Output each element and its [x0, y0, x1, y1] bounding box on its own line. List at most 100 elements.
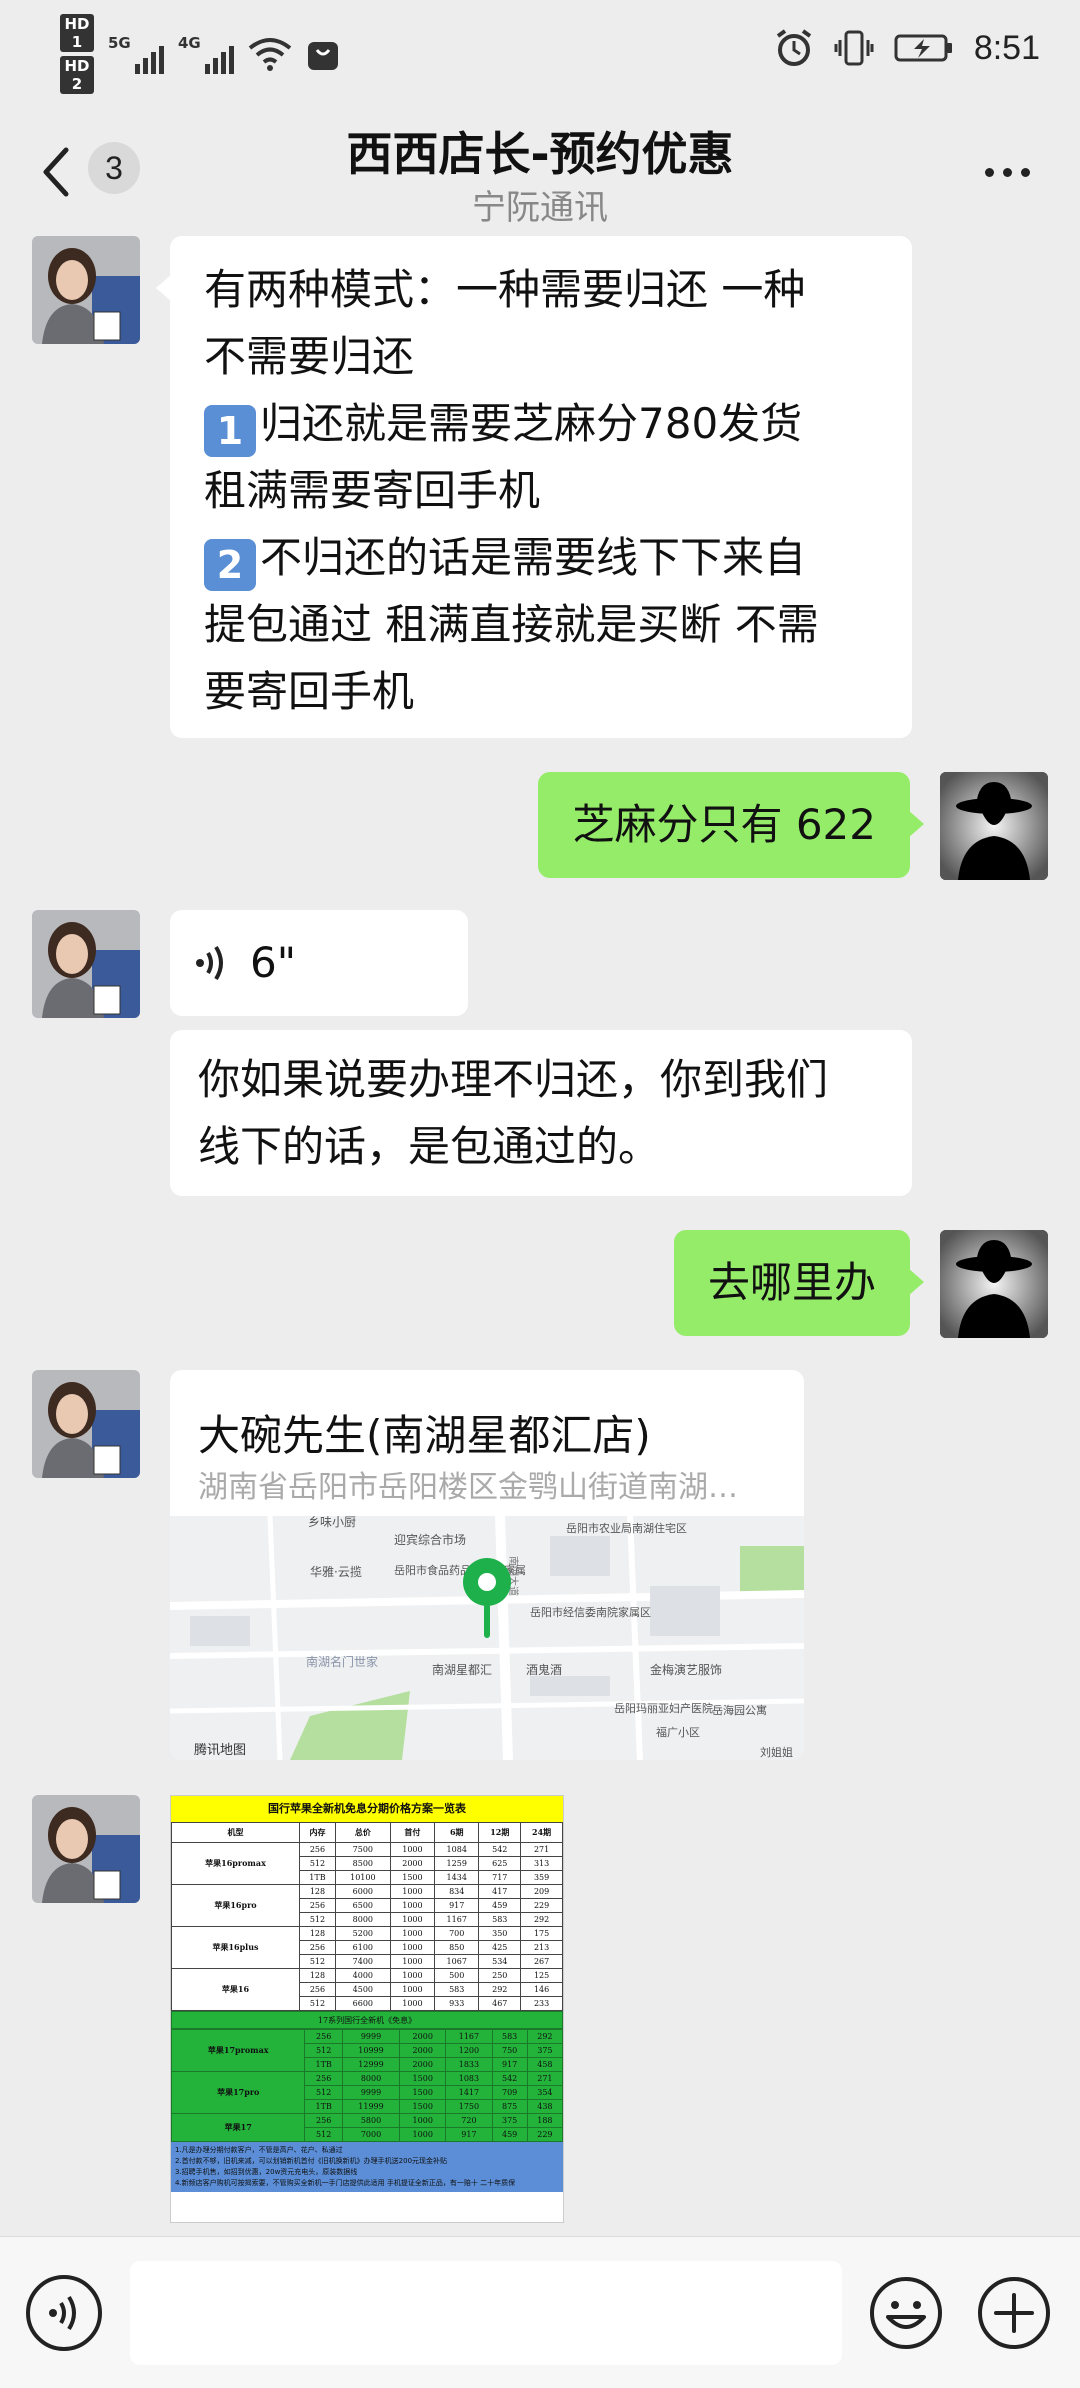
- table-cell: 128: [299, 1926, 336, 1941]
- table-cell: 512: [304, 2085, 343, 2100]
- contact-avatar[interactable]: [32, 1795, 140, 1903]
- table-cell: 350: [478, 1926, 522, 1941]
- table-cell: 375: [491, 2113, 528, 2128]
- table-cell: 1167: [434, 1912, 480, 1927]
- price-table-green: 苹果17promax 256 9999 2000 1167 583 292 512 10999 2…: [171, 2029, 563, 2142]
- keycap-1-icon: 1: [204, 405, 256, 457]
- table-cell: 4500: [334, 1982, 391, 1997]
- map-label: 南湖名门世家: [306, 1654, 378, 1669]
- table-cell: 425: [478, 1940, 522, 1955]
- table-model-cell: 苹果16plus: [171, 1926, 300, 1969]
- signal-5g-icon: 5G: [108, 34, 164, 74]
- table-header: 6期: [434, 1822, 480, 1843]
- table-row: 苹果16plus 128 5200 1000 700 350 175: [171, 1926, 563, 1969]
- table-model-cell: 苹果17promax: [171, 2029, 306, 2072]
- voice-message-bubble[interactable]: 6": [170, 910, 468, 1016]
- clock: 8:51: [973, 28, 1040, 67]
- table-cell: 12999: [341, 2057, 401, 2072]
- chat-title: 西西店长-预约优惠: [346, 127, 734, 181]
- table-cell: 6600: [334, 1996, 391, 2011]
- table-cell: 354: [526, 2085, 563, 2100]
- my-avatar[interactable]: [940, 772, 1048, 880]
- table-cell: 375: [526, 2043, 563, 2058]
- table-cell: 128: [299, 1968, 336, 1983]
- table-cell: 271: [526, 2071, 563, 2086]
- table-cell: 229: [526, 2127, 563, 2142]
- table-cell: 875: [491, 2099, 528, 2114]
- table-cell: 1000: [389, 1968, 436, 1983]
- message-line: 你如果说要办理不归还，你到我们: [198, 1055, 829, 1104]
- battery-icon: [894, 34, 952, 62]
- contact-avatar[interactable]: [32, 236, 140, 344]
- location-message-card[interactable]: 大碗先生(南湖星都汇店) 湖南省岳阳市岳阳楼区金鹗山街道南湖… 乡味小厨 迎宾综…: [170, 1370, 804, 1760]
- image-message-price-table[interactable]: 国行苹果全新机免息分期价格方案一览表 机型 内存 总价 首付 6期 12期 24…: [170, 1795, 564, 2223]
- plus-button[interactable]: [976, 2275, 1052, 2351]
- table-model-cell: 苹果16promax: [171, 1842, 300, 1885]
- table-title: 国行苹果全新机免息分期价格方案一览表: [171, 1796, 563, 1822]
- table-cell: 750: [491, 2043, 528, 2058]
- table-cell: 850: [434, 1940, 480, 1955]
- table-cell: 467: [478, 1996, 522, 2011]
- table-cell: 2000: [399, 2043, 447, 2058]
- table-cell: 1TB: [304, 2099, 343, 2114]
- table-cell: 1000: [389, 1842, 436, 1857]
- table-model-cell: 苹果17: [171, 2113, 306, 2142]
- location-map[interactable]: 乡味小厨 迎宾综合市场 岳阳市农业局南湖住宅区 华雅·云揽 岳阳市食品药品监督局…: [170, 1516, 804, 1760]
- table-cell: 5200: [334, 1926, 391, 1941]
- vibrate-icon: [834, 30, 874, 66]
- table-cell: 256: [299, 1898, 336, 1913]
- table-cell: 1500: [399, 2099, 447, 2114]
- table-cell: 717: [478, 1870, 522, 1885]
- my-avatar[interactable]: [940, 1230, 1048, 1338]
- voice-wave-icon: [49, 2295, 76, 2331]
- location-address: 湖南省岳阳市岳阳楼区金鹗山街道南湖…: [198, 1470, 738, 1505]
- table-cell: 459: [491, 2127, 528, 2142]
- chat-subtitle: 宁阮通讯: [472, 188, 608, 228]
- table-cell: 128: [299, 1884, 336, 1899]
- message-bubble-incoming[interactable]: 有两种模式：一种需要归还 一种 不需要归还 1 归还就是需要芝麻分780发货 租满…: [156, 236, 912, 738]
- map-label: 酒鬼酒: [526, 1662, 562, 1677]
- message-input[interactable]: [130, 2261, 842, 2365]
- message-line: 2 不归还的话是需要线下下来自: [204, 524, 882, 591]
- table-section-band: 17系列国行全新机《免息》: [171, 2011, 563, 2029]
- table-cell: 933: [434, 1996, 480, 2011]
- dot-icon: [1003, 168, 1012, 177]
- message-text: 去哪里办: [707, 1258, 876, 1307]
- table-cell: 512: [299, 1856, 336, 1871]
- table-cell: 271: [520, 1842, 563, 1857]
- table-cell: 4000: [334, 1968, 391, 1983]
- contact-avatar[interactable]: [32, 910, 140, 1018]
- table-row: 苹果16pro 128 6000 1000 834 417 209: [171, 1884, 563, 1927]
- voice-input-button[interactable]: [26, 2275, 102, 2351]
- wifi-icon: [248, 38, 292, 71]
- contact-avatar[interactable]: [32, 1370, 140, 1478]
- table-cell: 10999: [341, 2043, 401, 2058]
- table-cell: 175: [520, 1926, 563, 1941]
- table-cell: 1500: [399, 2071, 447, 2086]
- table-cell: 256: [304, 2113, 343, 2128]
- table-cell: 1067: [434, 1954, 480, 1969]
- map-attribution: 腾讯地图: [194, 1742, 246, 1758]
- table-cell: 7000: [341, 2127, 401, 2142]
- message-bubble-outgoing[interactable]: 去哪里办: [673, 1230, 925, 1336]
- table-cell: 459: [478, 1898, 522, 1913]
- table-cell: 1000: [389, 1954, 436, 1969]
- table-cell: 11999: [341, 2099, 401, 2114]
- status-bar: HD 1 HD 2 5G 4G 8:51: [0, 0, 1080, 110]
- table-cell: 512: [299, 1912, 336, 1927]
- table-cell: 625: [478, 1856, 522, 1871]
- map-label: 福广小区: [656, 1725, 700, 1739]
- more-options-button[interactable]: [985, 168, 1030, 177]
- table-cell: 146: [520, 1982, 563, 1997]
- table-cell: 542: [491, 2071, 528, 2086]
- price-table: 机型 内存 总价 首付 6期 12期 24期 苹果16promax 256 7500…: [171, 1822, 563, 2011]
- message-bubble-incoming[interactable]: 你如果说要办理不归还，你到我们 线下的话，是包通过的。: [170, 1030, 912, 1196]
- table-cell: 417: [478, 1884, 522, 1899]
- message-bubble-outgoing[interactable]: 芝麻分只有 622: [538, 772, 924, 878]
- message-line: 1 归还就是需要芝麻分780发货: [204, 390, 882, 457]
- table-cell: 1TB: [299, 1870, 336, 1885]
- alarm-icon: [776, 29, 811, 66]
- keycap-2-icon: 2: [204, 539, 256, 591]
- table-model-cell: 苹果16: [171, 1968, 300, 2011]
- emoji-button[interactable]: [868, 2275, 944, 2351]
